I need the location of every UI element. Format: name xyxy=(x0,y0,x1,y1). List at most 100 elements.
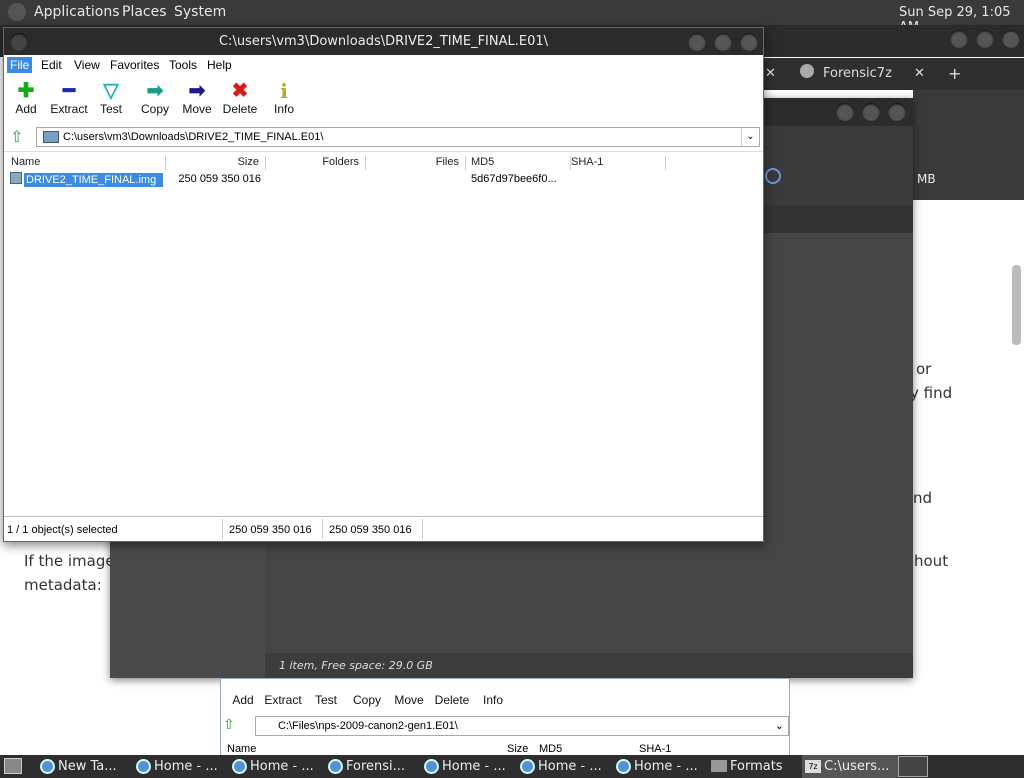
chrome-icon xyxy=(616,759,631,774)
task-home[interactable]: Home - ... xyxy=(612,755,704,778)
move-button[interactable]: Move xyxy=(387,693,431,707)
file-name[interactable]: DRIVE2_TIME_FINAL.img xyxy=(24,173,163,187)
chrome-icon xyxy=(328,759,343,774)
copy-button[interactable]: Copy xyxy=(345,693,389,707)
move-label: Move xyxy=(182,102,212,116)
task-new-tab[interactable]: New Ta... xyxy=(36,755,128,778)
task-label: Home - ... xyxy=(442,759,506,774)
test-icon: ▽ xyxy=(103,80,119,102)
col-name[interactable]: Name xyxy=(11,156,166,170)
delete-button[interactable]: Delete xyxy=(430,693,474,707)
close-button[interactable] xyxy=(1002,30,1020,48)
workspace-switcher[interactable] xyxy=(898,756,928,777)
task-forensic[interactable]: Forensi... xyxy=(324,755,416,778)
info-button[interactable]: i Info xyxy=(262,80,306,116)
file-list: Name Size Folders Files MD5 SHA-1 DRIVE2… xyxy=(4,151,763,515)
maximize-button[interactable] xyxy=(714,33,732,51)
lower-address-bar[interactable]: C:\Files\nps-2009-canon2-gen1.E01\ ⌄ xyxy=(255,716,789,736)
page-text: y find xyxy=(910,384,953,402)
col-sha1[interactable]: SHA-1 xyxy=(571,156,666,170)
tab-forensic7z[interactable]: Forensic7z xyxy=(823,66,892,81)
total-size: 250 059 350 016 xyxy=(329,524,412,536)
copy-button[interactable]: ➡ Copy xyxy=(133,80,177,116)
col-md5[interactable]: MD5 xyxy=(539,743,562,755)
task-formats[interactable]: Formats xyxy=(708,755,800,778)
delete-label: Delete xyxy=(222,102,258,116)
close-button[interactable] xyxy=(888,103,906,121)
page-text: hout xyxy=(914,552,949,570)
test-button[interactable]: Test xyxy=(304,693,348,707)
extract-button[interactable]: ━ Extract xyxy=(45,80,93,116)
test-label: Test xyxy=(99,102,122,116)
col-md5[interactable]: MD5 xyxy=(471,156,571,170)
task-home[interactable]: Home - ... xyxy=(420,755,512,778)
minimize-button[interactable] xyxy=(688,33,706,51)
extract-button[interactable]: Extract xyxy=(261,693,305,707)
top-panel: Applications Places System Sun Sep 29, 1… xyxy=(0,0,1024,35)
add-button[interactable]: ✚ Add xyxy=(4,80,48,116)
menu-favorites[interactable]: Favorites xyxy=(110,58,159,72)
lower-7zip-window: Add Extract Test Copy Move Delete Info ⇧… xyxy=(220,678,790,758)
task-home[interactable]: Home - ... xyxy=(132,755,224,778)
menu-view[interactable]: View xyxy=(74,58,100,72)
maximize-button[interactable] xyxy=(862,103,880,121)
col-folders[interactable]: Folders xyxy=(266,156,366,170)
minimize-button[interactable] xyxy=(950,30,968,48)
minimize-button[interactable] xyxy=(836,103,854,121)
file-icon xyxy=(10,172,22,184)
menu-tools[interactable]: Tools xyxy=(169,58,197,72)
move-button[interactable]: ➡ Move xyxy=(175,80,219,116)
divider xyxy=(422,519,423,539)
info-icon: i xyxy=(280,79,288,103)
address-bar[interactable]: C:\users\vm3\Downloads\DRIVE2_TIME_FINAL… xyxy=(36,127,760,147)
close-button[interactable] xyxy=(740,33,758,51)
col-size[interactable]: Size xyxy=(166,156,266,170)
distro-logo-icon[interactable] xyxy=(8,3,26,21)
chevron-down-icon[interactable]: ⌄ xyxy=(741,128,759,146)
divider xyxy=(322,519,323,539)
col-name[interactable]: Name xyxy=(227,743,256,755)
applications-menu[interactable]: Applications xyxy=(34,4,120,20)
new-tab-button[interactable]: + xyxy=(948,64,961,83)
page-scrollbar[interactable] xyxy=(1012,265,1021,345)
size-unit: MB xyxy=(917,172,936,186)
task-home[interactable]: Home - ... xyxy=(516,755,608,778)
delete-button[interactable]: ✖ Delete xyxy=(217,80,263,116)
system-menu[interactable]: System xyxy=(174,4,226,20)
selected-size: 250 059 350 016 xyxy=(229,524,312,536)
page-text: metadata: xyxy=(24,576,102,594)
places-menu[interactable]: Places xyxy=(122,4,167,20)
show-desktop-icon[interactable] xyxy=(4,758,22,774)
col-size[interactable]: Size xyxy=(507,743,528,755)
address-row: ⇧ C:\users\vm3\Downloads\DRIVE2_TIME_FIN… xyxy=(4,125,763,149)
col-files[interactable]: Files xyxy=(366,156,466,170)
task-home[interactable]: Home - ... xyxy=(228,755,320,778)
up-folder-icon[interactable]: ⇧ xyxy=(223,717,241,733)
window-menu-button[interactable] xyxy=(10,33,28,51)
table-row[interactable]: DRIVE2_TIME_FINAL.img 250 059 350 016 5d… xyxy=(4,171,763,187)
task-7zip[interactable]: 7z C:\users... xyxy=(802,755,898,778)
maximize-button[interactable] xyxy=(976,30,994,48)
info-button[interactable]: Info xyxy=(471,693,515,707)
menu-help[interactable]: Help xyxy=(207,58,232,72)
delete-icon: ✖ xyxy=(231,80,249,102)
chevron-down-icon[interactable]: ⌄ xyxy=(775,717,784,735)
chrome-icon xyxy=(232,759,247,774)
col-sha1[interactable]: SHA-1 xyxy=(639,743,671,755)
search-icon[interactable] xyxy=(765,168,781,184)
task-label: C:\users... xyxy=(824,759,890,774)
test-button[interactable]: ▽ Test xyxy=(89,80,133,116)
tab-close-icon[interactable]: ✕ xyxy=(914,66,925,81)
task-label: Home - ... xyxy=(538,759,602,774)
up-folder-icon[interactable]: ⇧ xyxy=(10,128,28,146)
task-label: New Ta... xyxy=(58,759,117,774)
task-label: Home - ... xyxy=(250,759,314,774)
menu-edit[interactable]: Edit xyxy=(41,58,62,72)
7zip-icon: 7z xyxy=(805,760,821,773)
tab-close-icon[interactable]: ✕ xyxy=(765,66,776,81)
menu-file[interactable]: File xyxy=(7,57,33,73)
add-button[interactable]: Add xyxy=(221,693,265,707)
address-text: C:\users\vm3\Downloads\DRIVE2_TIME_FINAL… xyxy=(63,131,324,143)
main-7zip-window: C:\users\vm3\Downloads\DRIVE2_TIME_FINAL… xyxy=(3,27,764,542)
toolbar: ✚ Add ━ Extract ▽ Test ➡ Copy ➡ Move ✖ D… xyxy=(4,75,763,123)
